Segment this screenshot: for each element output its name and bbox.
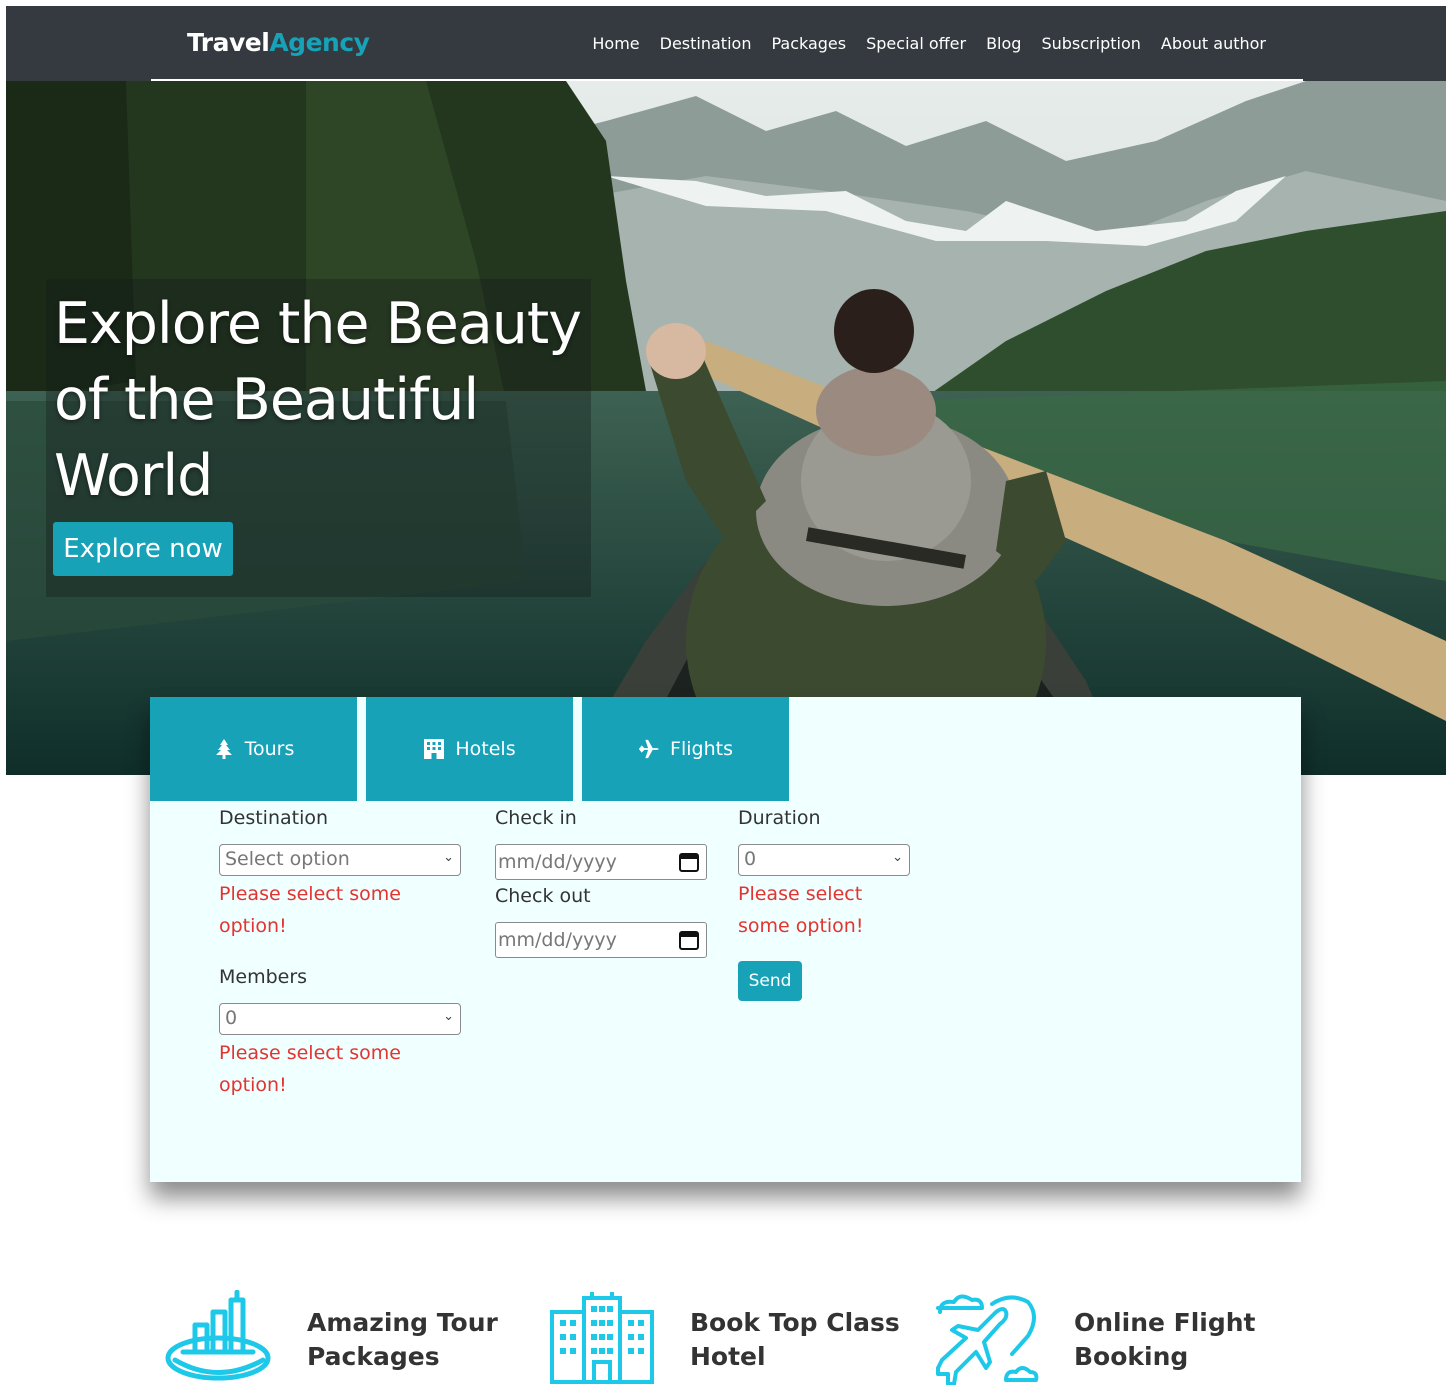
calendar-icon[interactable]: [678, 851, 700, 873]
brand-part-travel: Travel: [187, 28, 270, 57]
feature-flight-booking: Online Flight Booking: [932, 1290, 1332, 1390]
checkout-date-input[interactable]: mm/dd/yyyy: [495, 922, 707, 958]
plane-icon: [638, 739, 660, 759]
checkout-placeholder: mm/dd/yyyy: [498, 929, 617, 951]
nav-packages[interactable]: Packages: [761, 34, 856, 53]
brand-part-agency: Agency: [269, 28, 370, 57]
duration-select[interactable]: 0 ⌄: [738, 844, 910, 876]
members-error: Please select some option!: [219, 1042, 401, 1096]
navbar: TravelAgency Home Destination Packages S…: [6, 6, 1446, 81]
feature-tour-packages: Amazing Tour Packages: [165, 1290, 565, 1390]
checkin-label: Check in: [495, 807, 577, 829]
nav-destination[interactable]: Destination: [650, 34, 762, 53]
hotel-icon: [424, 739, 445, 759]
duration-label: Duration: [738, 807, 821, 829]
checkin-placeholder: mm/dd/yyyy: [498, 851, 617, 873]
members-select[interactable]: 0 ⌄: [219, 1003, 461, 1035]
tab-tours-label: Tours: [244, 738, 295, 760]
chevron-down-icon: ⌄: [892, 850, 903, 865]
tab-flights[interactable]: Flights: [582, 697, 789, 801]
members-select-value: 0: [225, 1007, 238, 1029]
tab-hotels[interactable]: Hotels: [366, 697, 573, 801]
nav-links: Home Destination Packages Special offer …: [582, 34, 1276, 53]
hotel-building-icon: [550, 1292, 654, 1384]
duration-select-value: 0: [744, 848, 757, 870]
checkout-label: Check out: [495, 885, 591, 907]
feature-tour-packages-title: Amazing Tour Packages: [307, 1308, 498, 1371]
nav-blog[interactable]: Blog: [976, 34, 1031, 53]
flight-booking-icon: [936, 1294, 1039, 1385]
booking-panel: Tours Hotels Flights Destination Select …: [150, 697, 1301, 1182]
checkin-date-input[interactable]: mm/dd/yyyy: [495, 844, 707, 880]
feature-hotel-booking: Book Top Class Hotel: [548, 1290, 948, 1390]
nav-special-offer[interactable]: Special offer: [856, 34, 976, 53]
hero-banner: Explore the Beauty of the Beautiful Worl…: [6, 81, 1446, 775]
tour-package-icon: [165, 1290, 271, 1381]
tab-hotels-label: Hotels: [455, 738, 516, 760]
destination-select-value: Select option: [225, 848, 350, 870]
hero-title: Explore the Beauty of the Beautiful Worl…: [54, 291, 582, 509]
nav-subscription[interactable]: Subscription: [1031, 34, 1150, 53]
destination-label: Destination: [219, 807, 329, 829]
tree-icon: [215, 739, 232, 759]
chevron-down-icon: ⌄: [443, 850, 454, 865]
send-button[interactable]: Send: [738, 961, 802, 1001]
members-label: Members: [219, 966, 308, 988]
nav-home[interactable]: Home: [582, 34, 649, 53]
feature-flight-booking-title: Online Flight Booking: [1074, 1308, 1256, 1371]
destination-error: Please select some option!: [219, 883, 401, 937]
duration-error: Please select some option!: [738, 883, 864, 937]
brand-logo[interactable]: TravelAgency: [187, 28, 370, 57]
nav-about-author[interactable]: About author: [1151, 34, 1276, 53]
calendar-icon[interactable]: [678, 929, 700, 951]
chevron-down-icon: ⌄: [443, 1009, 454, 1024]
feature-hotel-booking-title: Book Top Class Hotel: [690, 1308, 900, 1371]
tab-flights-label: Flights: [670, 738, 733, 760]
explore-now-button[interactable]: Explore now: [53, 522, 233, 576]
tab-tours[interactable]: Tours: [150, 697, 357, 801]
destination-select[interactable]: Select option ⌄: [219, 844, 461, 876]
